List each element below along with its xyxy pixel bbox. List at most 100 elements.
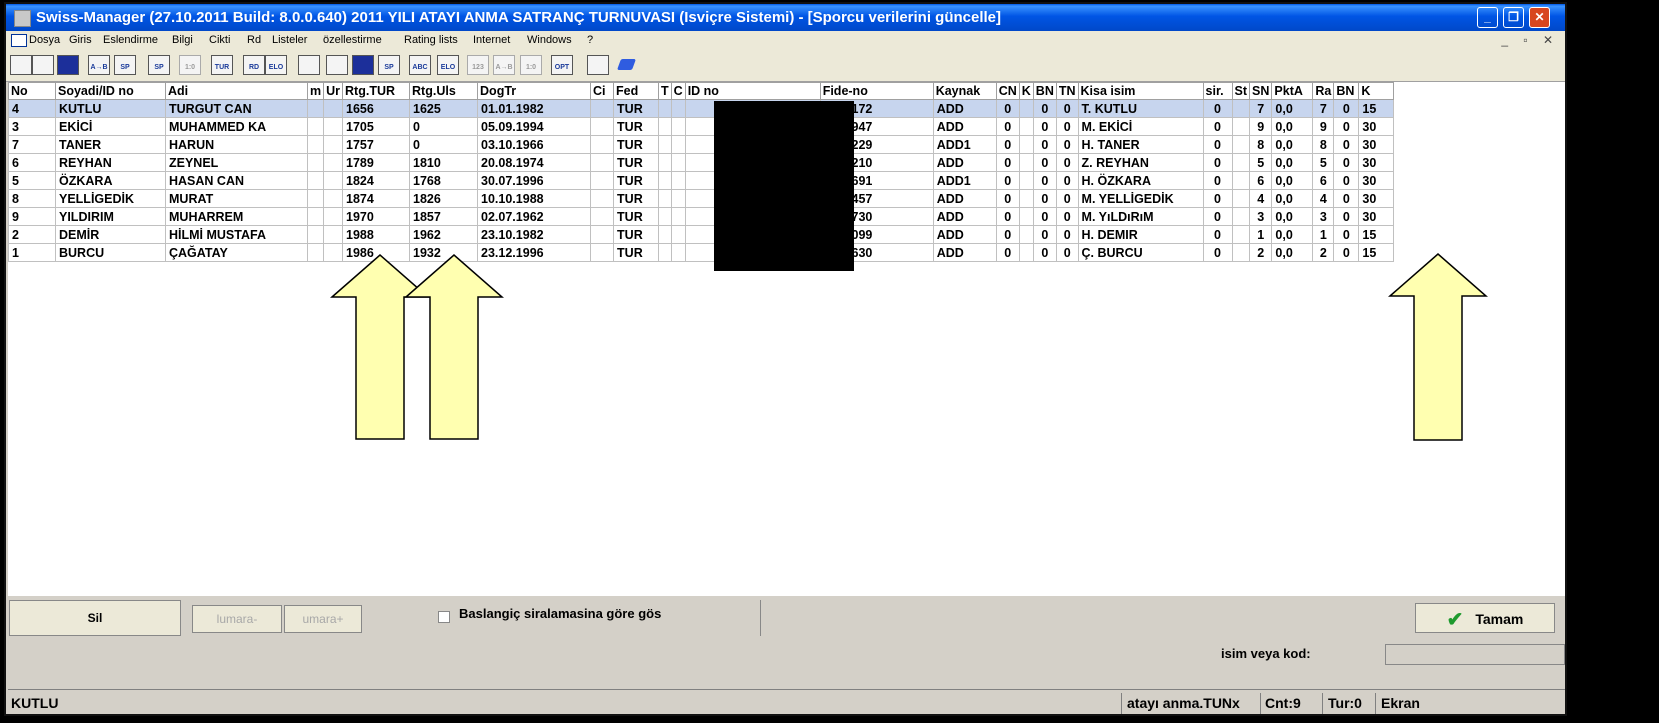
column-header[interactable]: Ur (323, 82, 344, 100)
menu-cikti[interactable]: Cikti (209, 31, 230, 49)
sort-abc-icon[interactable]: ABC (409, 55, 431, 75)
screen-icon[interactable] (298, 55, 320, 75)
new-file-icon[interactable] (10, 55, 32, 75)
column-header[interactable]: C (670, 82, 686, 100)
number-minus-button[interactable]: lumara- (192, 605, 282, 633)
print-icon[interactable] (326, 55, 348, 75)
player-grid[interactable]: No Soyadi/ID no Adi m Ur Rtg.TUR Rtg.Uls DogTr C… (8, 82, 1565, 596)
table-cell: 30 (1358, 135, 1395, 154)
column-header[interactable]: Kisa isim (1077, 82, 1204, 100)
table-cell: 0 (1333, 117, 1360, 136)
table-row[interactable]: 9YILDIRIMMUHARREM1970185702.07.1962TUR63… (8, 207, 1395, 226)
column-header[interactable]: No (8, 82, 56, 100)
table-row[interactable]: 7TANERHARUN1757003.10.1966TUR6340229ADD1… (8, 135, 1395, 154)
column-header[interactable]: sir. (1202, 82, 1233, 100)
column-header[interactable]: SN (1249, 82, 1273, 100)
column-header[interactable]: Rtg.Uls (409, 82, 479, 100)
one-zero-icon-2[interactable]: 1:0 (520, 55, 542, 75)
column-header[interactable]: Kaynak (932, 82, 997, 100)
rd-icon[interactable]: RD (243, 55, 265, 75)
column-header[interactable]: K (1358, 82, 1395, 100)
ok-button[interactable]: ✔ Tamam (1415, 603, 1555, 633)
menu-eslendirme[interactable]: Eslendirme (103, 31, 158, 49)
table-cell: 6 (1249, 171, 1273, 190)
sort-elo-icon[interactable]: ELO (437, 55, 459, 75)
minimize-button[interactable]: _ (1477, 7, 1498, 28)
column-header[interactable]: BN (1032, 82, 1057, 100)
table-row[interactable]: 4KUTLUTURGUT CAN1656162501.01.1982TUR634… (8, 99, 1395, 118)
table-row[interactable]: 2 DEMİR HİLMİ MUSTAFA 1988 1962 23.10.1982 TUR… (8, 225, 1395, 244)
elo-icon[interactable]: ELO (265, 55, 287, 75)
column-header[interactable]: ID no (684, 82, 821, 100)
table-cell: 0 (1202, 117, 1233, 136)
table-cell: H. DEMIR (1077, 225, 1204, 244)
menu-listeler[interactable]: Listeler (272, 31, 307, 49)
sp-icon-2[interactable]: SP (148, 55, 170, 75)
column-header[interactable]: DogTr (477, 82, 592, 100)
table-cell: M. EKİCİ (1077, 117, 1204, 136)
menu-ozellestirme[interactable]: özellestirme (323, 31, 382, 49)
sort-123-icon[interactable]: 123 (467, 55, 489, 75)
menu-dosya[interactable]: Dosya (29, 31, 60, 49)
column-header[interactable]: BN (1333, 82, 1360, 100)
sort-ab-icon[interactable]: A→B (493, 55, 515, 75)
mdi-controls[interactable]: _ ▫ ✕ (1501, 31, 1559, 49)
table-row[interactable]: 3EKİCİMUHAMMED KA1705005.09.1994TUR63199… (8, 117, 1395, 136)
table-cell (1231, 243, 1251, 262)
action-bar: Sil lumara- umara+ Baslangiç siralamasin… (8, 597, 1565, 642)
table-cell: BURCU (55, 243, 166, 262)
table-cell (590, 189, 615, 208)
menu-internet[interactable]: Internet (473, 31, 510, 49)
book-icon[interactable] (616, 55, 638, 75)
restore-button[interactable]: ❐ (1503, 7, 1524, 28)
table-row[interactable]: 1BURCUÇAĞATAY1986193223.12.1996TUR631063… (8, 243, 1395, 262)
tur-icon[interactable]: TUR (211, 55, 233, 75)
column-header[interactable]: Adi (165, 82, 308, 100)
menu-windows[interactable]: Windows (527, 31, 572, 49)
table-cell (1231, 153, 1251, 172)
menu-bilgi[interactable]: Bilgi (172, 31, 193, 49)
sp-icon-3[interactable]: SP (378, 55, 400, 75)
column-header[interactable]: Ra (1312, 82, 1335, 100)
column-header[interactable]: PktA (1271, 82, 1314, 100)
column-header[interactable]: TN (1055, 82, 1079, 100)
column-header[interactable]: K (1018, 82, 1034, 100)
one-zero-icon[interactable]: 1:0 (179, 55, 201, 75)
table-row[interactable]: 8YELLİGEDİKMURAT1874182610.10.1988TUR636… (8, 189, 1395, 208)
close-button[interactable]: ✕ (1529, 7, 1550, 28)
menu-help[interactable]: ? (587, 31, 593, 49)
table-cell: 0 (1202, 171, 1233, 190)
window-title: Swiss-Manager (27.10.2011 Build: 8.0.0.6… (36, 9, 1002, 26)
table-cell: 0 (995, 171, 1020, 190)
column-header[interactable]: Fed (613, 82, 660, 100)
column-header[interactable]: CN (995, 82, 1020, 100)
column-header[interactable]: T (658, 82, 672, 100)
save-icon[interactable] (57, 55, 79, 75)
column-header[interactable]: Soyadi/ID no (55, 82, 166, 100)
menu-rating-lists[interactable]: Rating lists (404, 31, 458, 49)
table-cell: TUR (613, 117, 660, 136)
search-input[interactable] (1385, 644, 1565, 665)
sort-start-label: Baslangiç siralamasina göre gös (459, 606, 662, 621)
column-header[interactable]: m (306, 82, 325, 100)
menu-giris[interactable]: Giris (69, 31, 92, 49)
column-header[interactable]: Fide-no (819, 82, 934, 100)
table-cell: 05.09.1994 (477, 117, 592, 136)
open-folder-icon[interactable] (32, 55, 54, 75)
sort-start-checkbox[interactable] (438, 611, 450, 623)
table-row[interactable]: 5ÖZKARAHASAN CAN1824176830.07.1996TUR636… (8, 171, 1395, 190)
delete-button[interactable]: Sil (9, 600, 181, 636)
sp-icon[interactable]: SP (114, 55, 136, 75)
column-header[interactable]: Ci (590, 82, 615, 100)
sort-az-icon[interactable]: A→B (88, 55, 110, 75)
table-cell: ADD (932, 225, 997, 244)
help-icon[interactable] (587, 55, 609, 75)
column-header[interactable]: Rtg.TUR (342, 82, 411, 100)
save-icon-2[interactable] (352, 55, 374, 75)
column-header[interactable]: St (1231, 82, 1251, 100)
number-plus-button[interactable]: umara+ (284, 605, 362, 633)
opt-icon[interactable]: OPT (551, 55, 573, 75)
menu-rd[interactable]: Rd (247, 31, 261, 49)
table-cell: 4 (1249, 189, 1273, 208)
table-row[interactable]: 6REYHANZEYNEL1789181020.08.1974TUR634021… (8, 153, 1395, 172)
